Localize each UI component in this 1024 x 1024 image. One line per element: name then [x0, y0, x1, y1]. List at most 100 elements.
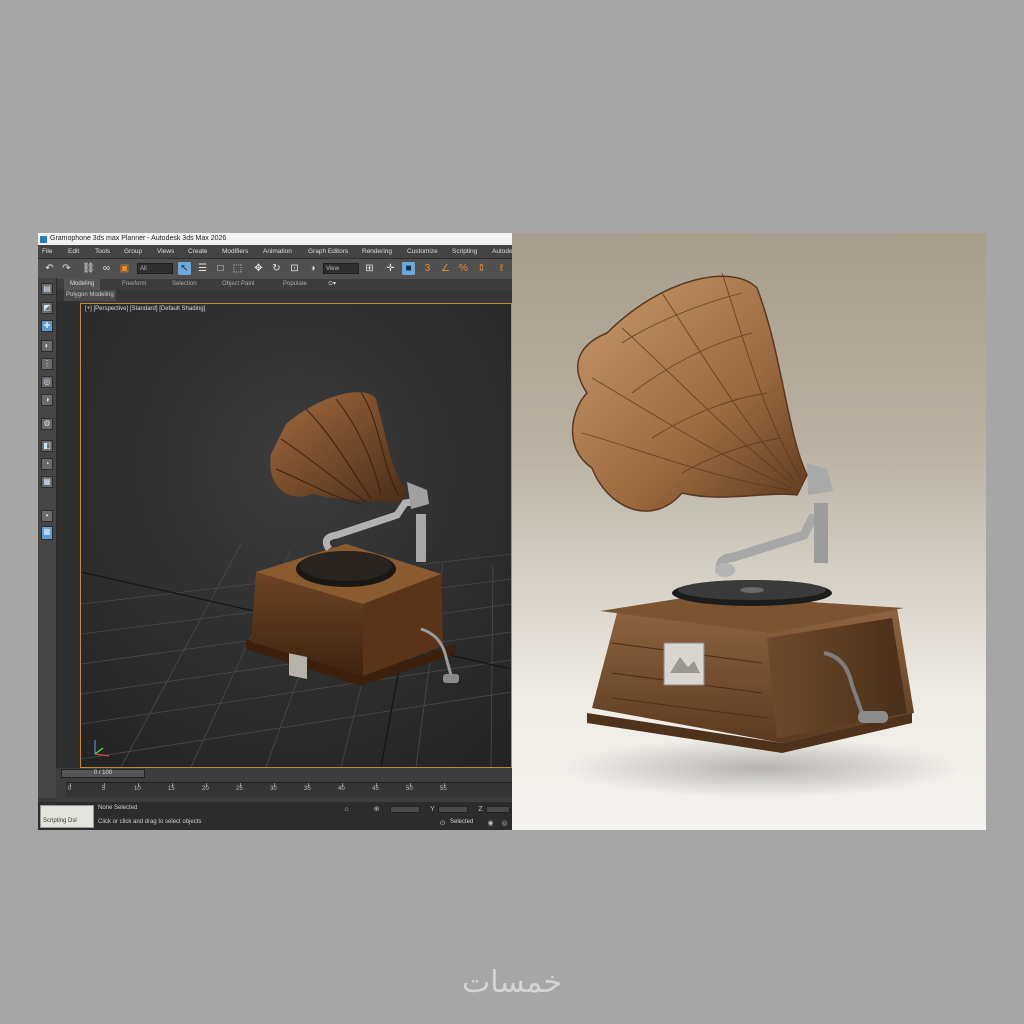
selection-filter-dropdown[interactable]: All [137, 263, 173, 274]
spinner-snap-icon[interactable]: ⇕ [475, 262, 488, 275]
time-slider[interactable]: 0 / 100 [61, 769, 145, 778]
menu-create[interactable]: Create [188, 245, 208, 258]
rendered-preview [512, 233, 986, 830]
select-object-icon[interactable]: ↖ [178, 262, 191, 275]
tick-30: 30 [270, 786, 277, 792]
tick-35: 35 [304, 786, 311, 792]
rectangular-selection-icon[interactable]: □ [214, 262, 227, 275]
menu-views[interactable]: Views [157, 245, 174, 258]
percent-snap-icon[interactable]: % [457, 262, 470, 275]
menu-file[interactable]: File [42, 245, 52, 258]
ribbon-panel: Polygon Modeling [38, 290, 512, 301]
lock-selection-icon[interactable]: ⌂ [342, 806, 351, 813]
polygon-modeling-panel[interactable]: Polygon Modeling [64, 290, 116, 301]
tick-25: 25 [236, 786, 243, 792]
scale-icon[interactable]: ⊡ [288, 262, 301, 275]
ribbon-tab-selection[interactable]: Selection [172, 279, 197, 290]
track-bar[interactable]: 0 5 10 15 20 25 30 35 40 45 50 55 [66, 782, 512, 797]
undo-icon[interactable]: ↶ [43, 262, 56, 275]
key-filters-icon[interactable]: ◉ [486, 820, 495, 827]
modify-panel-icon[interactable]: ◐ [41, 340, 53, 352]
menu-scripting[interactable]: Scripting [452, 245, 477, 258]
y-label-icon: Y [430, 806, 435, 813]
tick-55: 55 [440, 786, 447, 792]
menu-rendering[interactable]: Rendering [362, 245, 392, 258]
selected-label: Selected [450, 819, 474, 825]
timeline: 0 / 100 0 5 10 15 20 25 30 35 40 45 50 5… [56, 768, 512, 802]
keyboard-shortcut-override-icon[interactable]: ■ [402, 262, 415, 275]
z-label-icon: Z [478, 806, 483, 813]
pivot-center-icon[interactable]: ⊞ [363, 262, 376, 275]
shade-icon[interactable]: ◔ [41, 458, 53, 470]
display-panel-icon[interactable]: ◑ [41, 394, 53, 406]
menu-edit[interactable]: Edit [68, 245, 79, 258]
select-by-name-icon[interactable]: ☰ [196, 262, 209, 275]
add-time-tag-icon[interactable]: ⊙ [438, 820, 447, 827]
move-icon[interactable]: ✥ [252, 262, 265, 275]
3dsmax-window: Gramophone 3ds max Planner - Autodesk 3d… [38, 233, 512, 830]
window-title: Gramophone 3ds max Planner - Autodesk 3d… [50, 235, 227, 242]
utilities-panel-icon[interactable]: ⚙ [41, 418, 53, 430]
ribbon-tab-modeling[interactable]: Modeling [64, 279, 101, 290]
tick-15: 15 [168, 786, 175, 792]
tick-0: 0 [68, 786, 72, 792]
link-icon[interactable]: ⛓ [82, 262, 95, 275]
menu-tools[interactable]: Tools [95, 245, 110, 258]
motion-panel-icon[interactable]: ◎ [41, 376, 53, 388]
snaps-toggle-icon[interactable]: 3 [421, 262, 434, 275]
tick-5: 5 [102, 786, 106, 792]
menu-group[interactable]: Group [124, 245, 142, 258]
viewport-layout-icon[interactable]: ▦ [41, 526, 53, 540]
isolate-icon[interactable]: ◧ [41, 440, 53, 452]
y-coordinate-field[interactable] [438, 806, 468, 813]
window-crossing-icon[interactable]: ⬚ [231, 262, 244, 275]
menu-modifiers[interactable]: Modifiers [222, 245, 248, 258]
ribbon-tab-object-paint[interactable]: Object Paint [222, 279, 255, 290]
x-coordinate-field[interactable] [390, 806, 420, 813]
place-icon[interactable]: ◑ [306, 262, 319, 275]
ribbon-tabs: Modeling Freeform Selection Object Paint… [38, 279, 512, 290]
maxscript-listener[interactable]: Scripting Dsl [40, 805, 94, 828]
menu-customize[interactable]: Customize [407, 245, 438, 258]
menu-animation[interactable]: Animation [263, 245, 292, 258]
grid-toggle-icon[interactable]: ▦ [41, 476, 53, 488]
script-label: Scripting Dsl [43, 818, 77, 824]
select-and-manipulate-icon[interactable]: ✛ [384, 262, 397, 275]
ribbon-tab-populate[interactable]: Populate [283, 279, 307, 290]
reference-coordinate-dropdown[interactable]: View [323, 263, 359, 274]
bind-space-warp-icon[interactable]: ▣ [118, 262, 131, 275]
tick-50: 50 [406, 786, 413, 792]
status-bar: Scripting Dsl None Selected Click or cli… [38, 802, 512, 830]
hierarchy-panel-icon[interactable]: ⋮ [41, 358, 53, 370]
menu-graph-editors[interactable]: Graph Editors [308, 245, 348, 258]
watermark-logo: خمسات [461, 965, 563, 1000]
rendered-gramophone [562, 272, 962, 798]
z-coordinate-field[interactable] [486, 806, 510, 813]
create-panel-icon[interactable]: ✚ [41, 320, 53, 332]
ribbon-options-icon[interactable]: ⊙▾ [328, 279, 336, 290]
main-toolbar: ↶ ↷ ⛓ ∞ ▣ All ↖ ☰ □ ⬚ ✥ ↻ ⊡ ◑ View ⊞ ✛ ■… [38, 258, 512, 280]
named-selection-sets-icon[interactable]: ℓ [495, 262, 508, 275]
tick-45: 45 [372, 786, 379, 792]
menu-bar: File Edit Tools Group Views Create Modif… [38, 245, 512, 258]
tick-40: 40 [338, 786, 345, 792]
redo-icon[interactable]: ↷ [60, 262, 73, 275]
selection-status: None Selected [98, 805, 138, 811]
tick-10: 10 [134, 786, 141, 792]
left-panel-strip [57, 301, 80, 798]
rotate-icon[interactable]: ↻ [270, 262, 283, 275]
layer-explorer-icon[interactable]: ◩ [41, 302, 53, 314]
ribbon-tab-freeform[interactable]: Freeform [122, 279, 146, 290]
snap-status-icon[interactable]: ◎ [500, 820, 509, 827]
viewport-scene [81, 304, 511, 767]
scene-explorer-icon[interactable]: ▤ [41, 283, 53, 295]
left-toolbar: ▤ ◩ ✚ ◐ ⋮ ◎ ◑ ⚙ ◧ ◔ ▦ • ▦ [38, 278, 57, 798]
angle-snap-icon[interactable]: ∠ [439, 262, 452, 275]
pin-icon[interactable]: • [41, 510, 53, 522]
perspective-viewport[interactable]: [+] [Perspective] [Standard] [Default Sh… [80, 303, 512, 768]
unlink-icon[interactable]: ∞ [100, 262, 113, 275]
app-icon [40, 236, 47, 243]
menu-autodesk[interactable]: Autodesk [492, 245, 512, 258]
viewport-label[interactable]: [+] [Perspective] [Standard] [Default Sh… [85, 306, 205, 312]
absolute-mode-icon[interactable]: ⊕ [372, 806, 381, 813]
